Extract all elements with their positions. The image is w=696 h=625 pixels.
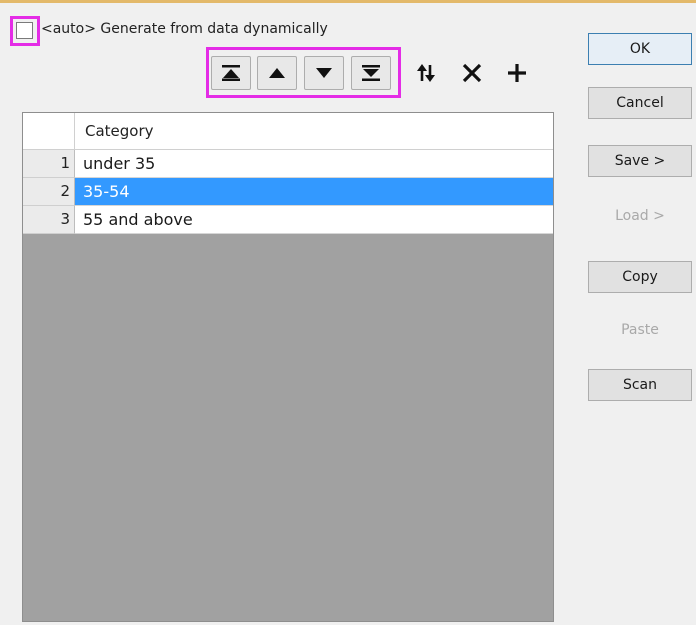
grid-corner-cell[interactable] [23, 113, 75, 150]
category-cell[interactable]: 55 and above [75, 206, 553, 234]
window-top-edge [0, 0, 696, 3]
reverse-order-icon [417, 64, 435, 82]
table-row[interactable]: 3 55 and above [23, 206, 553, 234]
save-button[interactable]: Save > [588, 145, 692, 177]
scan-button[interactable]: Scan [588, 369, 692, 401]
move-buttons-highlight-box [206, 47, 401, 98]
category-grid[interactable]: Category 1 under 35 2 35-54 3 55 and abo… [22, 112, 554, 622]
ok-button[interactable]: OK [588, 33, 692, 65]
row-number[interactable]: 1 [23, 150, 75, 178]
delete-button[interactable] [455, 56, 489, 90]
add-icon [508, 64, 526, 82]
category-cell[interactable]: 35-54 [75, 178, 553, 206]
delete-icon [462, 63, 482, 83]
table-row-selected[interactable]: 2 35-54 [23, 178, 553, 206]
auto-generate-label: <auto> Generate from data dynamically [41, 21, 328, 37]
row-number[interactable]: 3 [23, 206, 75, 234]
grid-header-row: Category [23, 113, 553, 150]
row-number[interactable]: 2 [23, 178, 75, 206]
reverse-order-button[interactable] [409, 56, 443, 90]
column-header-category[interactable]: Category [85, 122, 154, 140]
cancel-button[interactable]: Cancel [588, 87, 692, 119]
table-row[interactable]: 1 under 35 [23, 150, 553, 178]
load-button[interactable]: Load > [588, 200, 692, 232]
copy-button[interactable]: Copy [588, 261, 692, 293]
category-cell[interactable]: under 35 [75, 150, 553, 178]
checkbox-highlight-box [10, 16, 40, 46]
paste-button[interactable]: Paste [588, 314, 692, 346]
add-button[interactable] [500, 56, 534, 90]
